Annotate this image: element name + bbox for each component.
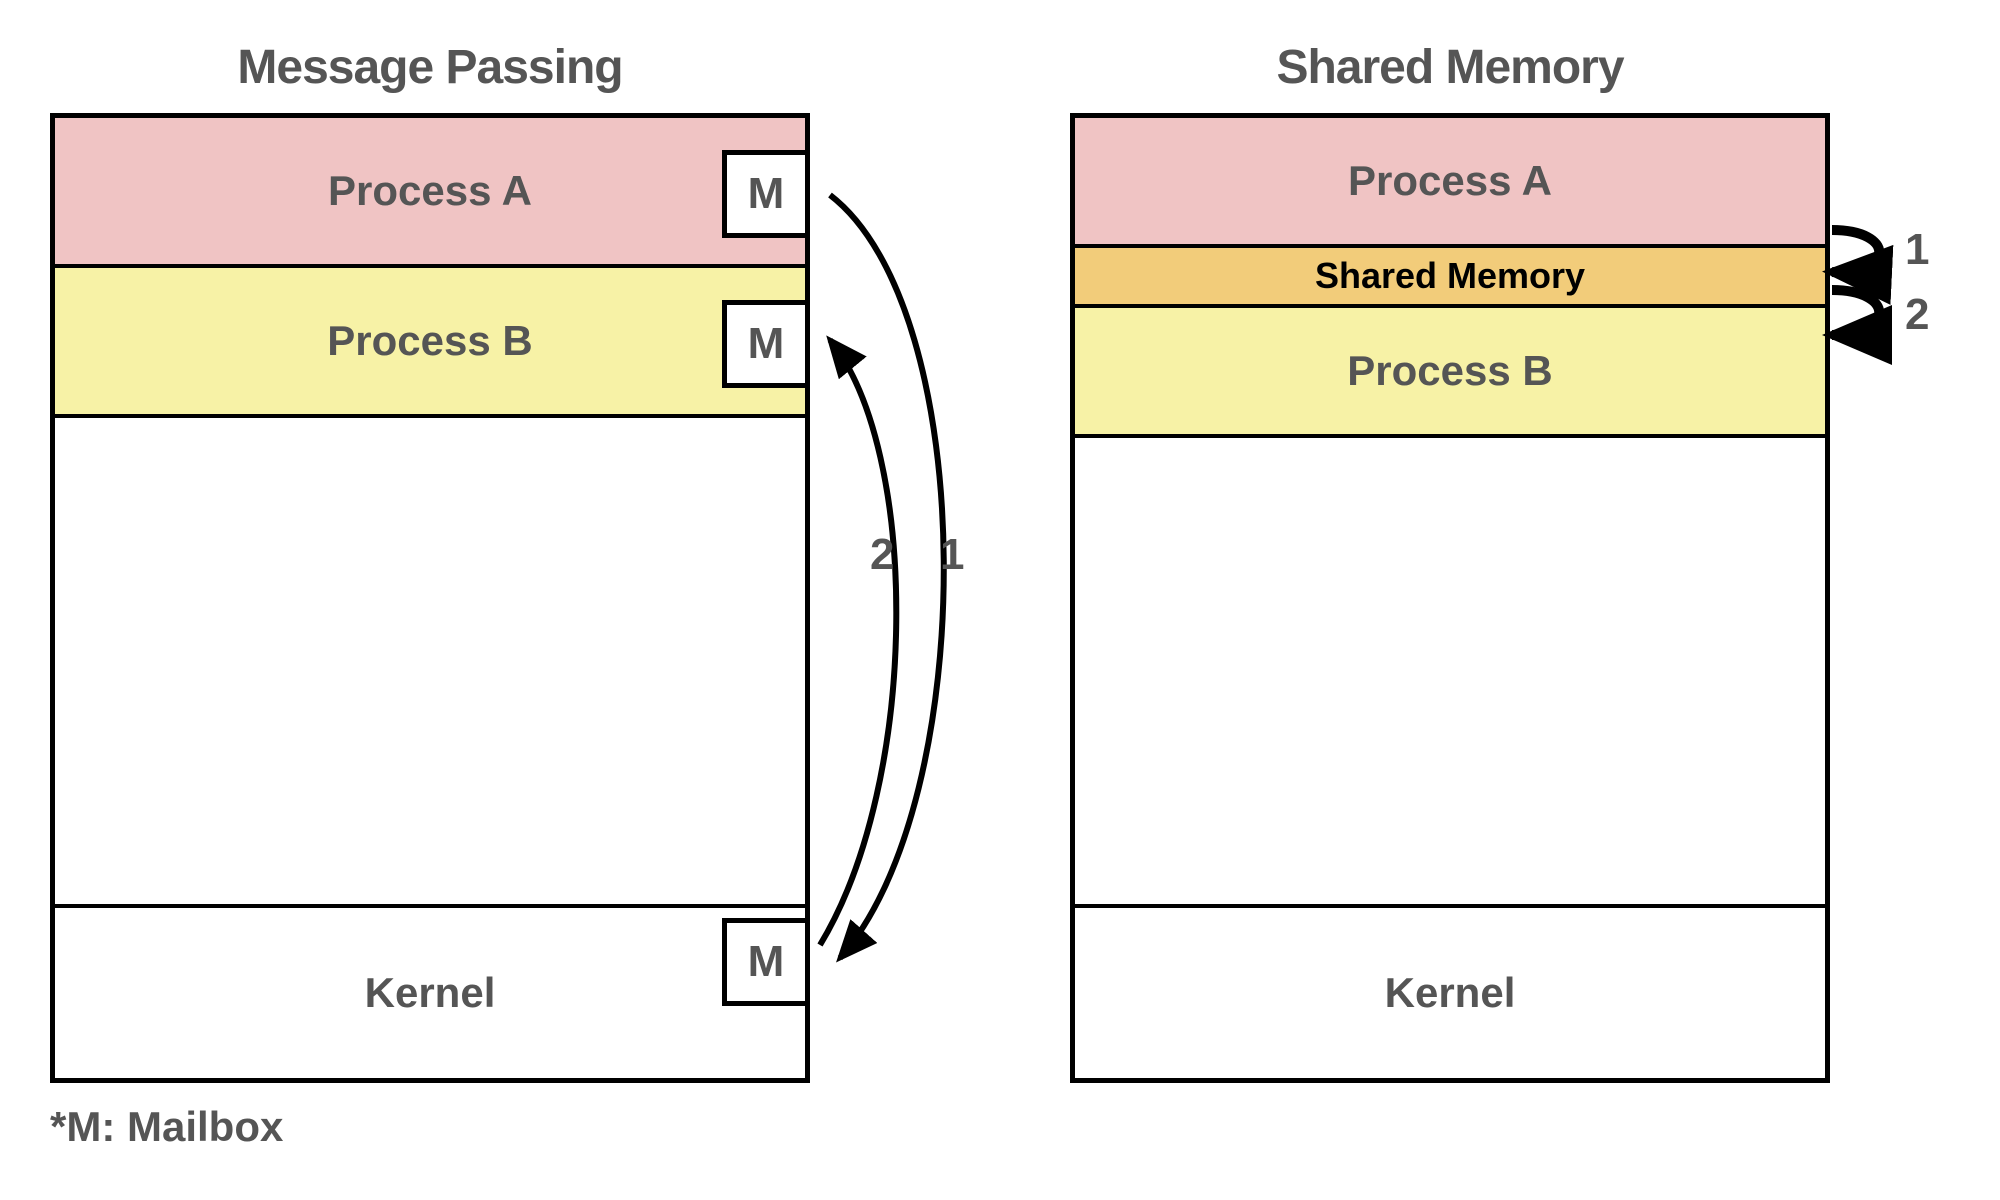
kernel-segment-right: Kernel xyxy=(1075,908,1825,1078)
kernel-label: Kernel xyxy=(365,969,496,1017)
process-b-label: Process B xyxy=(327,317,532,365)
process-a-segment: Process A xyxy=(55,118,805,268)
arrow-2-right xyxy=(1832,290,1879,335)
arrow-1-label-left: 1 xyxy=(940,530,964,580)
message-passing-column: Message Passing Process A Process B Kern… xyxy=(50,40,810,1151)
shared-memory-segment: Shared Memory xyxy=(1075,248,1825,308)
shared-memory-column: Shared Memory Process A Shared Memory Pr… xyxy=(1070,40,1830,1151)
message-passing-box: Process A Process B Kernel M M M xyxy=(50,113,810,1083)
process-a-segment-right: Process A xyxy=(1075,118,1825,248)
process-a-label: Process A xyxy=(328,167,532,215)
arrow-1-label-right: 1 xyxy=(1905,225,1929,275)
process-b-segment: Process B xyxy=(55,268,805,418)
mailbox-kernel: M xyxy=(722,918,810,1006)
message-passing-title: Message Passing xyxy=(237,40,622,95)
kernel-segment: Kernel xyxy=(55,908,805,1078)
mailbox-footnote: *M: Mailbox xyxy=(50,1103,283,1151)
empty-space xyxy=(55,418,805,908)
shared-memory-box: Process A Shared Memory Process B Kernel xyxy=(1070,113,1830,1083)
shared-memory-label: Shared Memory xyxy=(1315,255,1585,297)
empty-space-right xyxy=(1075,438,1825,908)
process-b-label-right: Process B xyxy=(1347,347,1552,395)
kernel-label-right: Kernel xyxy=(1385,969,1516,1017)
mailbox-b: M xyxy=(722,300,810,388)
arrow-2-label-right: 2 xyxy=(1905,290,1929,340)
process-a-label-right: Process A xyxy=(1348,157,1552,205)
shared-memory-title: Shared Memory xyxy=(1276,40,1623,95)
arrow-1-right xyxy=(1832,230,1879,272)
process-b-segment-right: Process B xyxy=(1075,308,1825,438)
mailbox-a: M xyxy=(722,150,810,238)
arrow-2-label-left: 2 xyxy=(870,530,894,580)
